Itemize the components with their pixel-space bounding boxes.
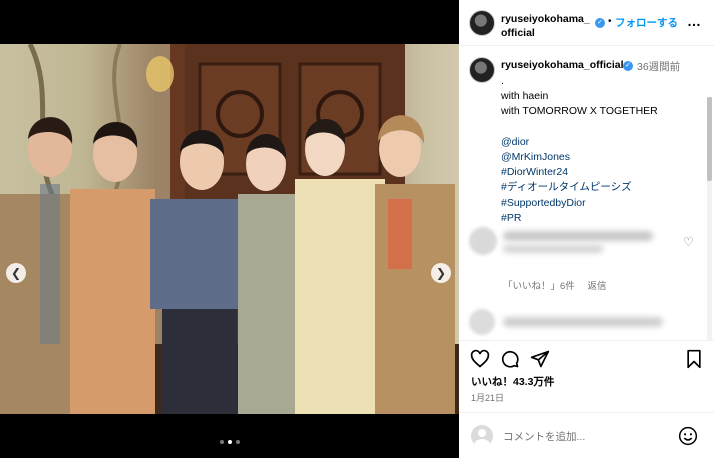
chevron-left-icon: ❮	[10, 266, 22, 280]
hashtag-link[interactable]: #PR	[501, 211, 706, 226]
comment-bubble-icon[interactable]	[500, 349, 520, 369]
more-options-icon[interactable]: …	[687, 13, 702, 29]
author-avatar[interactable]	[469, 10, 495, 36]
header-separator: •	[608, 16, 612, 27]
carousel-dot	[235, 440, 240, 444]
follow-button[interactable]: フォローする	[615, 15, 678, 30]
caption-author-avatar[interactable]	[469, 57, 495, 83]
caption-line	[501, 120, 706, 135]
like-heart-icon[interactable]	[470, 349, 490, 369]
post-header: ryuseiyokohama_ official ✓ • フォローする …	[459, 0, 714, 46]
verified-badge-icon: ✓	[623, 61, 633, 71]
next-slide-button[interactable]: ❯	[431, 263, 451, 283]
mention-link[interactable]: @MrKimJones	[501, 150, 706, 165]
carousel-dot	[219, 440, 224, 444]
emoji-icon[interactable]	[678, 426, 698, 446]
caption-line: with haein	[501, 90, 549, 103]
post-photo[interactable]: ❮ ❯	[0, 44, 459, 414]
save-bookmark-icon[interactable]	[684, 349, 704, 369]
group-photo-illustration	[0, 44, 459, 414]
caption-scrollbar[interactable]	[707, 97, 712, 340]
caption-area: ryuseiyokohama_official ✓ 36週間前 . with h…	[459, 47, 714, 340]
comment-like-heart-icon[interactable]: ♡	[683, 235, 694, 249]
comment-likes-count[interactable]: 「いいね！」6件	[503, 281, 575, 292]
commenter-avatar[interactable]	[469, 227, 497, 255]
post-actions: いいね！43.3万件 1月21日	[459, 340, 714, 412]
hashtag-link[interactable]: #SupportedbyDior	[501, 196, 706, 211]
caption-line: with TOMORROW X TOGETHER	[501, 105, 658, 118]
hashtag-link[interactable]: #ディオールタイムピーシズ	[501, 180, 706, 195]
comment-item: ♡ 「いいね！」6件 返信	[469, 227, 704, 292]
author-username[interactable]: ryuseiyokohama_ official	[501, 12, 601, 40]
post-media: ❮ ❯	[0, 0, 459, 458]
add-comment-bar	[459, 412, 714, 458]
caption-text: . with haein with TOMORROW X TOGETHER @d…	[501, 74, 706, 226]
comment-meta: 「いいね！」6件 返信	[503, 278, 616, 292]
carousel-indicator	[0, 440, 459, 444]
hashtag-link[interactable]: #DiorWinter24	[501, 165, 706, 180]
post-side-panel: ryuseiyokohama_ official ✓ • フォローする … ry…	[459, 0, 714, 458]
blurred-comment-text	[503, 245, 603, 253]
scrollbar-thumb[interactable]	[707, 97, 712, 181]
verified-badge-icon: ✓	[595, 18, 605, 28]
like-count[interactable]: いいね！43.3万件	[471, 374, 554, 389]
blurred-comment-text	[503, 317, 663, 327]
chevron-right-icon: ❯	[435, 266, 447, 280]
commenter-avatar[interactable]	[469, 309, 495, 335]
share-send-icon[interactable]	[530, 349, 550, 369]
current-user-avatar	[471, 425, 493, 447]
blurred-comment-text	[503, 231, 653, 241]
comment-input[interactable]	[503, 429, 673, 445]
carousel-dot-active	[227, 440, 232, 444]
post-date[interactable]: 1月21日	[471, 391, 504, 404]
caption-timestamp[interactable]: 36週間前	[637, 59, 680, 74]
previous-slide-button[interactable]: ❮	[6, 263, 26, 283]
comment-item	[469, 309, 704, 335]
caption-username[interactable]: ryuseiyokohama_official	[501, 59, 624, 71]
caption-line: .	[501, 75, 504, 87]
comment-reply-button[interactable]: 返信	[587, 281, 606, 292]
mention-link[interactable]: @dior	[501, 135, 706, 150]
